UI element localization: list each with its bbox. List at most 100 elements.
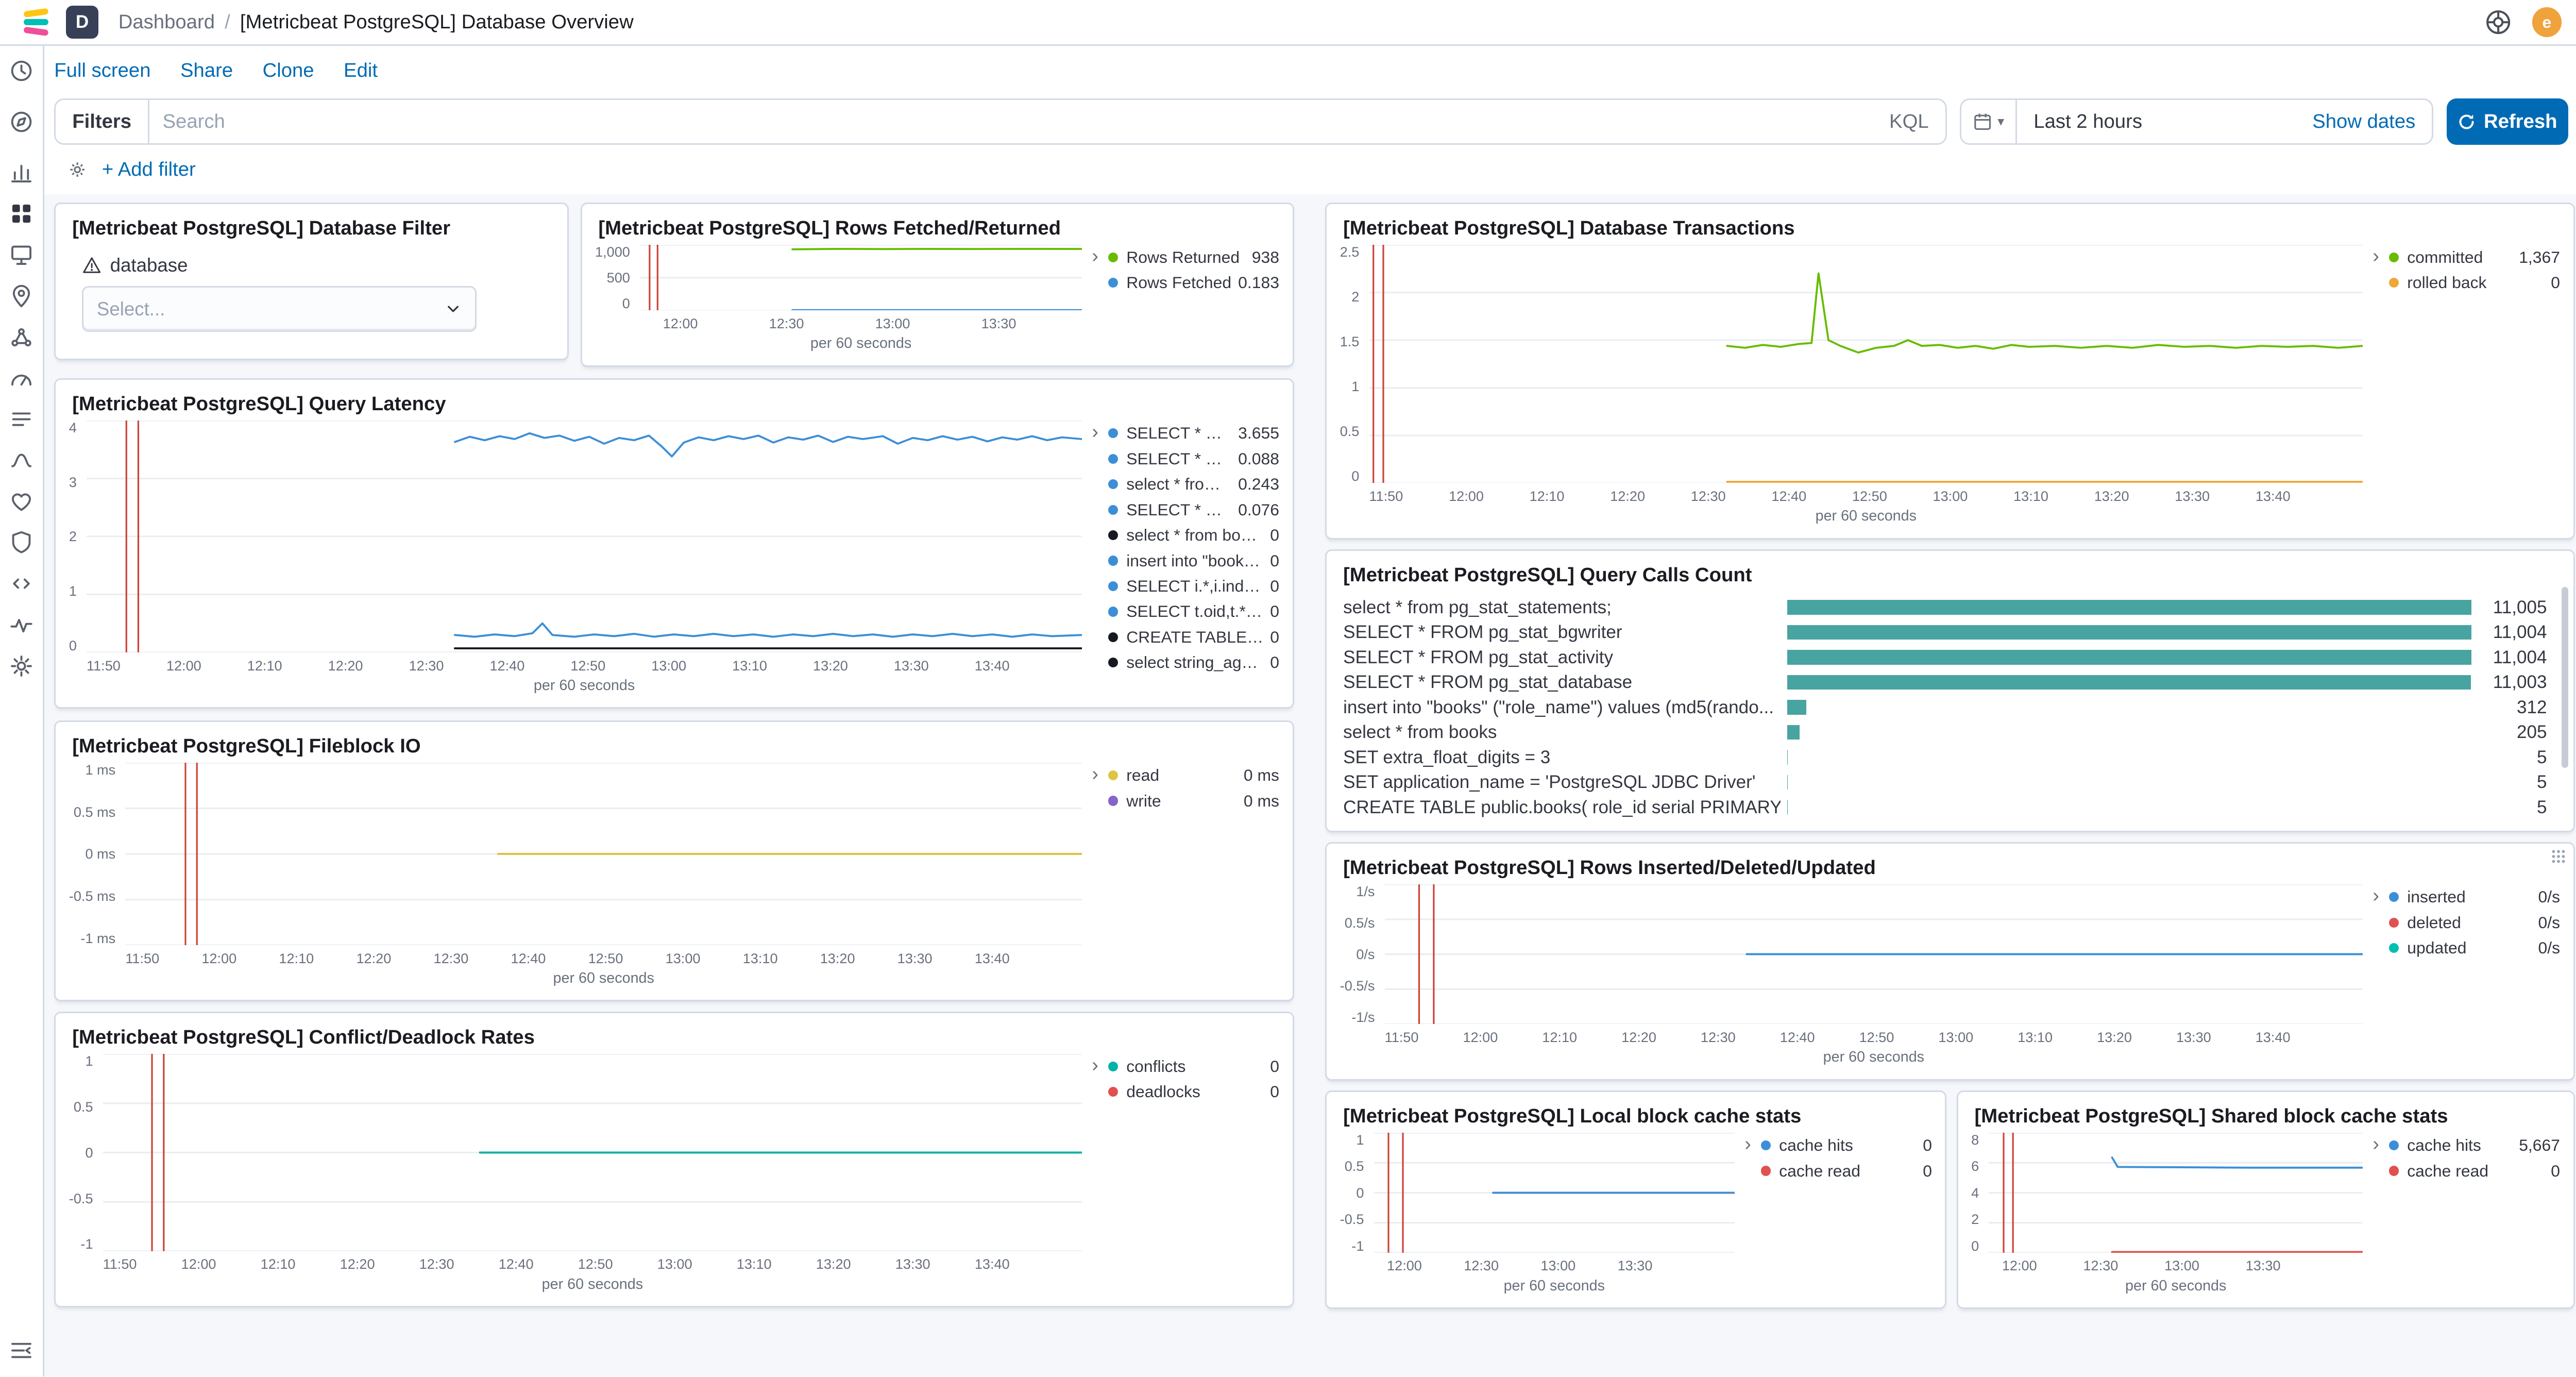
legend-item[interactable]: read 0 ms [1108, 763, 1279, 788]
legend-collapse-icon[interactable]: › [1092, 421, 1108, 694]
query-calls-row[interactable]: SET application_name = 'PostgreSQL JDBC … [1340, 770, 2560, 795]
database-select[interactable]: Select... [82, 286, 477, 332]
panel-rows-fetched-returned: [Metricbeat PostgreSQL] Rows Fetched/Ret… [581, 203, 1294, 367]
chart-plot[interactable] [640, 245, 1082, 311]
maps-icon[interactable] [8, 283, 35, 309]
panel-title: [Metricbeat PostgreSQL] Rows Inserted/De… [1343, 857, 2560, 879]
legend-item[interactable]: committed 1,367 [2389, 245, 2560, 270]
query-calls-row[interactable]: insert into "books" ("role_name") values… [1340, 695, 2560, 720]
recently-viewed-icon[interactable] [8, 58, 35, 84]
y-axis-tick: 1 ms [85, 763, 115, 777]
chart-plot[interactable] [1989, 1133, 2363, 1253]
panel-title: [Metricbeat PostgreSQL] Rows Fetched/Ret… [598, 217, 1279, 240]
legend-item[interactable]: cache hits 0 [1761, 1133, 1932, 1158]
calendar-dropdown[interactable]: ▾ [1961, 100, 2017, 143]
edit-button[interactable]: Edit [344, 59, 378, 82]
elastic-logo[interactable] [20, 6, 53, 39]
legend-item[interactable]: SELECT * FROM… 3.655 [1108, 421, 1279, 446]
legend-item[interactable]: insert into "books" ("… 0 [1108, 548, 1279, 573]
query-calls-row[interactable]: SELECT * FROM pg_stat_activity 11,004 [1340, 645, 2560, 670]
chart-plot[interactable] [1385, 884, 2363, 1024]
legend-item[interactable]: inserted 0/s [2389, 884, 2560, 910]
query-calls-row[interactable]: select * from books 205 [1340, 720, 2560, 745]
stack-monitoring-icon[interactable] [8, 612, 35, 638]
x-axis-tick: 13:20 [813, 658, 848, 674]
legend-item[interactable]: select * from pg… 0.243 [1108, 472, 1279, 497]
show-dates-link[interactable]: Show dates [2296, 110, 2432, 133]
breadcrumb-dashboard-link[interactable]: Dashboard [118, 11, 215, 33]
legend-item[interactable]: deleted 0/s [2389, 910, 2560, 935]
kql-toggle[interactable]: KQL [1873, 110, 1945, 133]
legend-collapse-icon[interactable]: › [2372, 245, 2389, 525]
management-icon[interactable] [8, 653, 35, 679]
legend-collapse-icon[interactable]: › [1092, 763, 1108, 987]
legend-item[interactable]: SELECT * FROM… 0.076 [1108, 497, 1279, 522]
legend-item[interactable]: SELECT t.oid,t.*,c.rel… 0 [1108, 599, 1279, 624]
legend-collapse-icon[interactable]: › [2372, 884, 2389, 1066]
security-icon[interactable] [8, 529, 35, 556]
legend-item[interactable]: SELECT * FROM… 0.088 [1108, 446, 1279, 472]
legend-item[interactable]: CREATE TABLE publi… 0 [1108, 625, 1279, 650]
legend-item[interactable]: cache read 0 [2389, 1158, 2560, 1183]
legend-item[interactable]: conflicts 0 [1108, 1054, 1279, 1079]
share-button[interactable]: Share [180, 59, 233, 82]
chart-plot[interactable] [1369, 245, 2363, 483]
legend-item[interactable]: cache read 0 [1761, 1158, 1932, 1183]
user-avatar[interactable]: e [2532, 7, 2562, 37]
x-axis-tick: 13:00 [2164, 1257, 2199, 1274]
add-filter-link[interactable]: + Add filter [102, 158, 196, 181]
canvas-icon[interactable] [8, 242, 35, 268]
query-calls-row[interactable]: SELECT * FROM pg_stat_bgwriter 11,004 [1340, 620, 2560, 645]
apm-icon[interactable] [8, 447, 35, 474]
dev-tools-icon[interactable] [8, 570, 35, 597]
legend-label: read [1126, 766, 1237, 785]
legend-item[interactable]: SELECT i.*,i.indkey a… 0 [1108, 574, 1279, 599]
query-calls-row[interactable]: SET extra_float_digits = 3 5 [1340, 745, 2560, 770]
chart-plot[interactable] [125, 763, 1082, 945]
uptime-icon[interactable] [8, 489, 35, 515]
time-range-label[interactable]: Last 2 hours [2017, 110, 2296, 133]
legend-item[interactable]: rolled back 0 [2389, 270, 2560, 295]
visualize-icon[interactable] [8, 159, 35, 186]
machine-learning-icon[interactable] [8, 324, 35, 350]
clone-button[interactable]: Clone [263, 59, 314, 82]
legend-collapse-icon[interactable]: › [2372, 1133, 2389, 1295]
y-axis-tick: 0.5 ms [74, 805, 115, 819]
query-calls-row[interactable]: select * from pg_stat_statements; 11,005 [1340, 595, 2560, 620]
query-calls-bar [1787, 800, 1788, 815]
dashboard-icon[interactable] [8, 200, 35, 227]
scrollbar-thumb[interactable] [2562, 587, 2568, 768]
legend-item[interactable]: updated 0/s [2389, 935, 2560, 961]
query-calls-row[interactable]: SELECT * FROM pg_stat_database 11,003 [1340, 670, 2560, 695]
legend-item[interactable]: Rows Returned 938 [1108, 245, 1279, 270]
metrics-icon[interactable] [8, 365, 35, 391]
legend-item[interactable]: select * from books 0 [1108, 523, 1279, 548]
search-input[interactable] [149, 110, 1873, 133]
space-badge[interactable]: D [66, 6, 99, 39]
refresh-button[interactable]: Refresh [2447, 98, 2568, 144]
filters-button[interactable]: Filters [56, 100, 149, 143]
panel-drag-handle-icon[interactable] [2550, 848, 2567, 865]
legend-item[interactable]: write 0 ms [1108, 788, 1279, 813]
full-screen-button[interactable]: Full screen [54, 59, 150, 82]
filter-settings-gear-icon[interactable] [67, 160, 87, 179]
logs-icon[interactable] [8, 406, 35, 432]
query-calls-row[interactable]: CREATE TABLE public.books( role_id seria… [1340, 795, 2560, 820]
legend-item[interactable]: cache hits 5,667 [2389, 1133, 2560, 1158]
help-icon[interactable] [2484, 8, 2512, 36]
legend-item[interactable]: select string_agg(wo… 0 [1108, 650, 1279, 675]
y-axis-tick: 2 [69, 529, 77, 543]
chart-plot[interactable] [1374, 1133, 1735, 1253]
discover-icon[interactable] [8, 109, 35, 135]
collapse-nav-icon[interactable] [8, 1337, 35, 1364]
legend-collapse-icon[interactable]: › [1744, 1133, 1761, 1295]
chart-plot[interactable] [103, 1054, 1082, 1251]
legend-collapse-icon[interactable]: › [1092, 1054, 1108, 1293]
legend-collapse-icon[interactable]: › [1092, 245, 1108, 352]
legend-label: write [1126, 792, 1237, 811]
legend-dot [1108, 556, 1118, 565]
legend-item[interactable]: Rows Fetched 0.183 [1108, 270, 1279, 295]
x-axis-tick: 12:10 [261, 1256, 296, 1272]
chart-plot[interactable] [87, 421, 1082, 652]
legend-item[interactable]: deadlocks 0 [1108, 1079, 1279, 1104]
